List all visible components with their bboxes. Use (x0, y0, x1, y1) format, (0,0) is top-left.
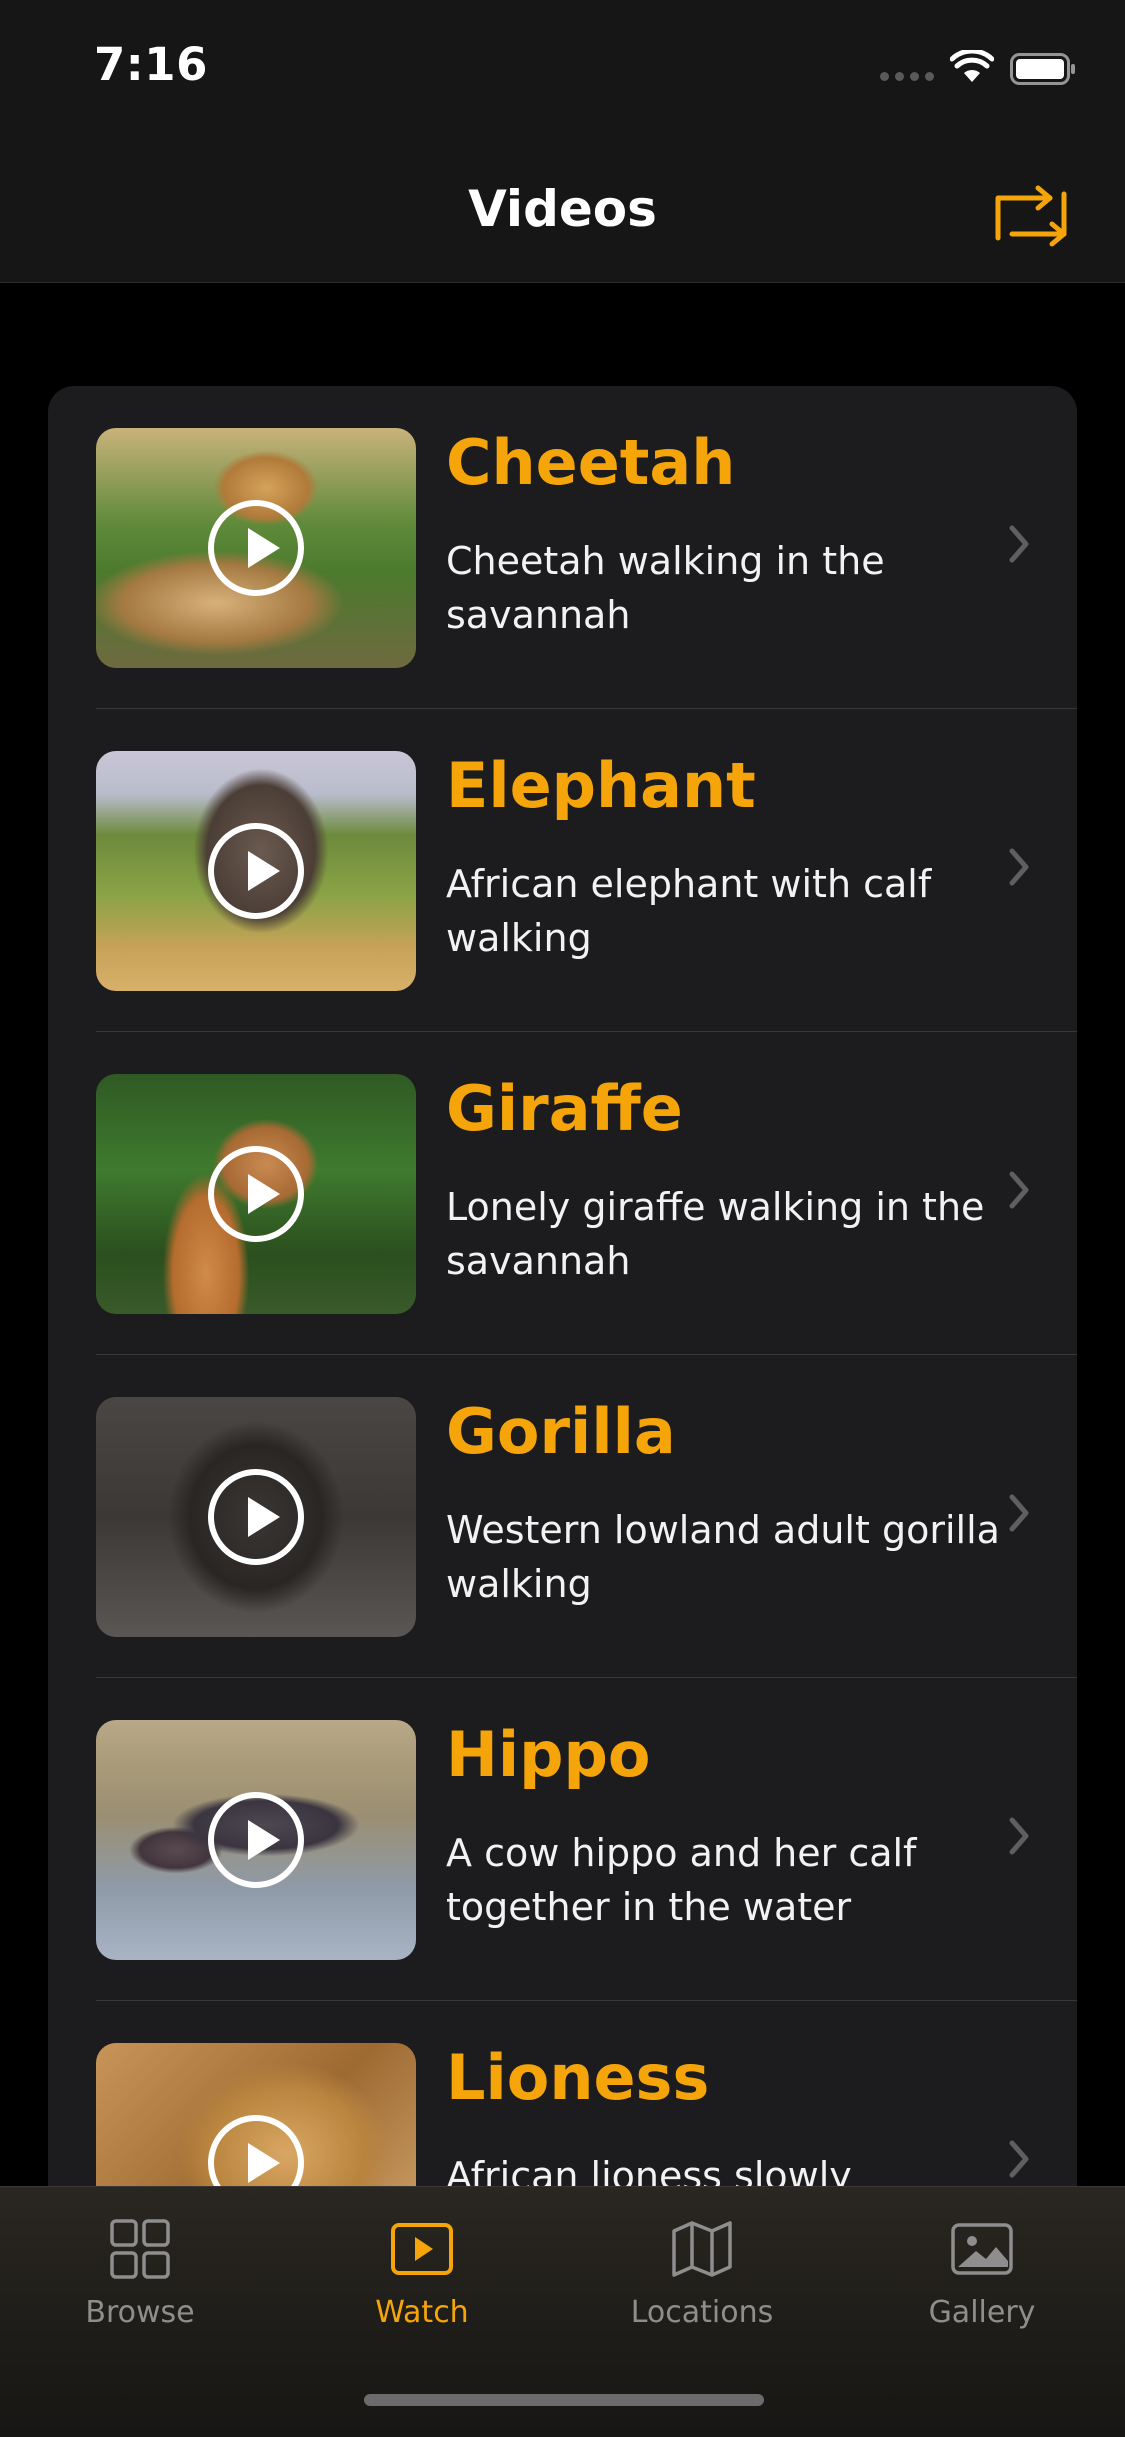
status-bar: 7:16 (0, 0, 1125, 132)
chevron-right-icon (1009, 1494, 1029, 1532)
tab-locations[interactable]: Locations (602, 2211, 802, 2341)
page-title: Videos (468, 180, 657, 238)
video-title: Lioness (446, 2041, 710, 2114)
play-icon (208, 1469, 304, 1565)
video-title: Hippo (446, 1718, 651, 1791)
status-time: 7:16 (94, 38, 208, 91)
play-icon (208, 1146, 304, 1242)
list-item-giraffe[interactable]: Giraffe Lonely giraffe walking in the sa… (48, 1032, 1077, 1355)
chevron-right-icon (1009, 1817, 1029, 1855)
map-icon (672, 2221, 732, 2277)
wifi-icon (950, 50, 994, 82)
tab-label: Gallery (928, 2295, 1036, 2330)
list-item-hippo[interactable]: Hippo A cow hippo and her calf together … (48, 1678, 1077, 2001)
tab-label: Browse (85, 2295, 195, 2330)
video-title: Cheetah (446, 426, 736, 499)
tab-label: Watch (375, 2295, 469, 2330)
list-item-cheetah[interactable]: Cheetah Cheetah walking in the savannah (48, 386, 1077, 709)
chevron-right-icon (1009, 848, 1029, 886)
play-rectangle-icon (391, 2223, 453, 2275)
video-title: Gorilla (446, 1395, 676, 1468)
video-description: Western lowland adult gorilla walking (446, 1508, 1000, 1606)
tab-gallery[interactable]: Gallery (882, 2211, 1082, 2341)
play-icon (208, 823, 304, 919)
video-title: Elephant (446, 749, 756, 822)
grid-icon (110, 2219, 170, 2279)
home-indicator[interactable] (364, 2394, 764, 2406)
navigation-bar: Videos (0, 132, 1125, 283)
battery-icon (1010, 53, 1075, 85)
video-description: Lonely giraffe walking in the savannah (446, 1185, 985, 1283)
play-icon (208, 500, 304, 596)
video-thumbnail (96, 1720, 416, 1960)
video-thumbnail (96, 1397, 416, 1637)
list-item-gorilla[interactable]: Gorilla Western lowland adult gorilla wa… (48, 1355, 1077, 1678)
tab-watch[interactable]: Watch (322, 2211, 522, 2341)
cellular-signal-icon (880, 72, 934, 82)
chevron-right-icon (1009, 2140, 1029, 2178)
list-item-elephant[interactable]: Elephant African elephant with calf walk… (48, 709, 1077, 1032)
photo-icon (951, 2223, 1013, 2275)
video-description: Cheetah walking in the savannah (446, 539, 885, 637)
video-list: Cheetah Cheetah walking in the savannah … (48, 386, 1077, 2286)
refresh-button[interactable] (990, 184, 1072, 248)
tab-browse[interactable]: Browse (40, 2211, 240, 2341)
chevron-right-icon (1009, 525, 1029, 563)
tab-label: Locations (630, 2295, 774, 2330)
play-icon (208, 1792, 304, 1888)
chevron-right-icon (1009, 1171, 1029, 1209)
video-thumbnail (96, 1074, 416, 1314)
video-description: African elephant with calf walking (446, 862, 932, 960)
video-thumbnail (96, 428, 416, 668)
video-thumbnail (96, 751, 416, 991)
video-title: Giraffe (446, 1072, 683, 1145)
video-description: A cow hippo and her calf together in the… (446, 1831, 917, 1929)
